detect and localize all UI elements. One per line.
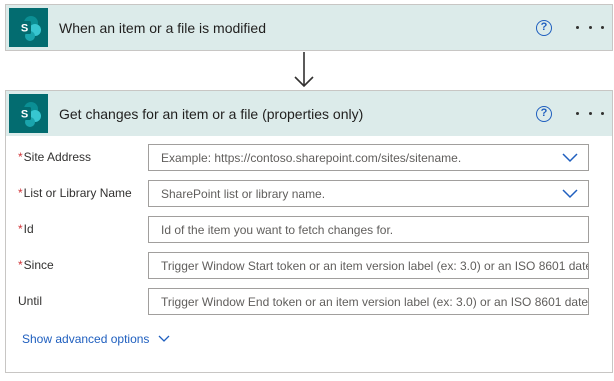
sharepoint-icon: S — [9, 94, 48, 133]
sharepoint-icon: S — [9, 8, 48, 47]
ellipsis-icon[interactable] — [576, 105, 604, 123]
down-arrow-icon — [294, 52, 314, 88]
field-label: *Id — [18, 222, 34, 236]
action-card[interactable]: S Get changes for an item or a file (pro… — [5, 90, 613, 373]
field-label: *Since — [18, 258, 54, 272]
help-icon[interactable]: ? — [536, 19, 552, 36]
id-placeholder: Id of the item you want to fetch changes… — [161, 222, 394, 237]
trigger-card-header[interactable]: S When an item or a file is modified ? — [6, 5, 612, 50]
trigger-card[interactable]: S When an item or a file is modified ? — [5, 4, 613, 51]
field-row-site-address: *Site Address Example: https://contoso.s… — [6, 144, 612, 180]
required-marker: * — [18, 222, 23, 236]
help-icon[interactable]: ? — [536, 105, 552, 122]
required-marker: * — [18, 258, 23, 272]
action-form: *Site Address Example: https://contoso.s… — [6, 136, 612, 364]
field-row-id: *Id Id of the item you want to fetch cha… — [6, 216, 612, 252]
chevron-down-icon[interactable] — [552, 181, 588, 206]
list-name-placeholder: SharePoint list or library name. — [161, 186, 326, 201]
site-address-dropdown[interactable]: Example: https://contoso.sharepoint.com/… — [148, 144, 589, 171]
until-placeholder: Trigger Window End token or an item vers… — [161, 294, 588, 309]
id-input[interactable]: Id of the item you want to fetch changes… — [148, 216, 589, 243]
trigger-card-title: When an item or a file is modified — [59, 19, 266, 36]
chevron-down-icon[interactable] — [158, 335, 170, 343]
action-card-title: Get changes for an item or a file (prope… — [59, 105, 364, 122]
field-label: *Site Address — [18, 150, 92, 164]
until-input[interactable]: Trigger Window End token or an item vers… — [148, 288, 589, 315]
field-label: Until — [18, 294, 43, 308]
since-input[interactable]: Trigger Window Start token or an item ve… — [148, 252, 589, 279]
svg-text:S: S — [20, 108, 27, 120]
field-row-until: Until Trigger Window End token or an ite… — [6, 288, 612, 324]
field-row-list-name: *List or Library Name SharePoint list or… — [6, 180, 612, 216]
advanced-options-label[interactable]: Show advanced options — [22, 332, 149, 346]
show-advanced-options-link[interactable]: Show advanced options — [22, 332, 170, 346]
since-placeholder: Trigger Window Start token or an item ve… — [161, 258, 588, 273]
site-address-placeholder: Example: https://contoso.sharepoint.com/… — [161, 150, 462, 165]
advanced-options-row: Show advanced options — [6, 324, 612, 364]
svg-text:S: S — [20, 22, 27, 34]
required-marker: * — [18, 186, 23, 200]
action-card-header[interactable]: S Get changes for an item or a file (pro… — [6, 91, 612, 136]
required-marker: * — [18, 150, 23, 164]
list-name-dropdown[interactable]: SharePoint list or library name. — [148, 180, 589, 207]
ellipsis-icon[interactable] — [576, 19, 604, 37]
field-row-since: *Since Trigger Window Start token or an … — [6, 252, 612, 288]
field-label: *List or Library Name — [18, 186, 132, 200]
chevron-down-icon[interactable] — [552, 145, 588, 170]
